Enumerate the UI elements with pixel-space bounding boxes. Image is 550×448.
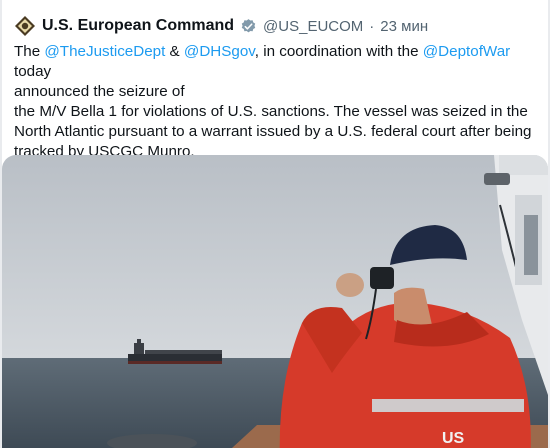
mention-deptofwar[interactable]: @DeptofWar: [423, 43, 510, 60]
tweet-media-photo[interactable]: US: [2, 155, 548, 448]
tweet-line-2: announced the seizure of: [14, 83, 185, 100]
text-fragment: &: [165, 43, 184, 60]
tweet-card[interactable]: U.S. European Command @US_EUCOM · 23 мин…: [2, 0, 548, 448]
tweet-line-3: the M/V Bella 1 for violations of U.S. s…: [14, 103, 528, 120]
mention-dhsgov[interactable]: @DHSgov: [184, 43, 255, 60]
text-fragment: The: [14, 43, 45, 60]
verified-badge-icon: [240, 18, 257, 35]
header-separator: ·: [369, 17, 375, 35]
mention-justicedept[interactable]: @TheJusticeDept: [44, 43, 165, 60]
tweet-text: The @TheJusticeDept & @DHSgov, in coordi…: [14, 42, 542, 162]
text-fragment: , in coordination with the: [254, 43, 423, 60]
jacket-lettering: US: [442, 430, 465, 447]
tweet-header: U.S. European Command @US_EUCOM · 23 мин: [14, 14, 428, 38]
tweet-timestamp[interactable]: 23 мин: [380, 18, 428, 35]
eucom-seal-icon[interactable]: [14, 15, 36, 37]
author-handle[interactable]: @US_EUCOM: [263, 18, 363, 35]
tweet-line-1: The @TheJusticeDept & @DHSgov, in coordi…: [14, 42, 542, 82]
author-name[interactable]: U.S. European Command: [42, 17, 234, 35]
text-fragment: today: [14, 63, 52, 80]
tweet-line-4: North Atlantic pursuant to a warrant iss…: [14, 123, 532, 140]
